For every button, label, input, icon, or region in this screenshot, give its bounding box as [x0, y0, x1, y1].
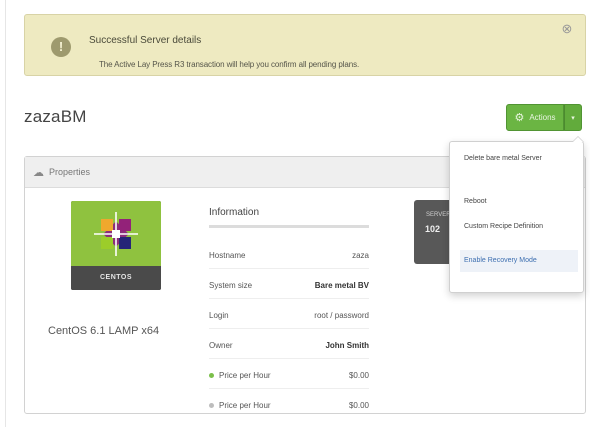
gear-icon: ⚙ [514, 112, 525, 124]
info-value: $0.00 [348, 401, 369, 410]
row-divider [209, 268, 369, 269]
chevron-down-icon: ▾ [571, 114, 575, 122]
actions-button-group: ⚙ Actions ▾ [506, 104, 582, 131]
info-row-price-inactive: Price per Hour $0.00 [209, 401, 369, 417]
info-value: John Smith [325, 341, 369, 350]
actions-dropdown-toggle[interactable]: ▾ [564, 104, 582, 131]
information-heading: Information [209, 207, 260, 218]
info-value: $0.00 [348, 371, 369, 380]
row-divider [209, 298, 369, 299]
info-value: root / password [314, 311, 369, 320]
info-row-owner: Owner John Smith [209, 341, 369, 357]
menu-item-custom-recipe[interactable]: Custom Recipe Definition [464, 222, 574, 232]
close-icon[interactable]: ⊗ [561, 22, 573, 35]
info-label: Owner [209, 341, 233, 350]
status-dot-icon [209, 373, 214, 379]
menu-item-reboot[interactable]: Reboot [464, 197, 574, 207]
alert-title: Successful Server details [89, 35, 202, 46]
os-name: CentOS 6.1 LAMP x64 [48, 325, 160, 337]
os-logo: CENTOS [71, 201, 161, 290]
info-row-system-size: System size Bare metal BV [209, 281, 369, 297]
alert-message: The Active Lay Press R3 transaction will… [99, 60, 360, 69]
row-divider [209, 358, 369, 359]
row-divider [209, 388, 369, 389]
page-title: zazaBM [24, 107, 87, 126]
panel-title: Properties [49, 167, 91, 177]
info-value: zaza [352, 251, 369, 260]
actions-button-label: Actions [529, 113, 556, 122]
page-border [5, 0, 6, 427]
server-count-value: 102 [425, 224, 441, 234]
menu-item-delete-server[interactable]: Delete bare metal Server [464, 154, 574, 164]
info-label: System size [209, 281, 253, 290]
info-row-login: Login root / password [209, 311, 369, 327]
info-label-text: Price per Hour [219, 401, 271, 410]
actions-button[interactable]: ⚙ Actions [506, 104, 564, 131]
info-label: Price per Hour [209, 371, 271, 380]
success-alert: ! Successful Server details The Active L… [24, 14, 586, 76]
actions-dropdown-menu: Delete bare metal Server Reboot Custom R… [449, 136, 584, 293]
server-count-caption: SERVER [426, 212, 451, 218]
info-label-text: Price per Hour [219, 371, 271, 380]
centos-logo-icon [94, 212, 138, 256]
info-icon: ! [51, 37, 71, 57]
info-row-price-active: Price per Hour $0.00 [209, 371, 369, 387]
info-label: Price per Hour [209, 401, 271, 410]
information-divider [209, 225, 369, 228]
info-label: Hostname [209, 251, 246, 260]
info-row-hostname: Hostname zaza [209, 251, 369, 267]
menu-caret-inner [573, 137, 583, 142]
row-divider [209, 328, 369, 329]
info-label: Login [209, 311, 229, 320]
status-dot-icon [209, 403, 214, 409]
menu-item-enable-recovery[interactable]: Enable Recovery Mode [460, 250, 578, 272]
cloud-icon: ☁ [33, 167, 44, 179]
info-value: Bare metal BV [314, 281, 369, 290]
os-logo-label: CENTOS [71, 266, 161, 290]
server-count-box: SERVER 102 [414, 200, 454, 264]
